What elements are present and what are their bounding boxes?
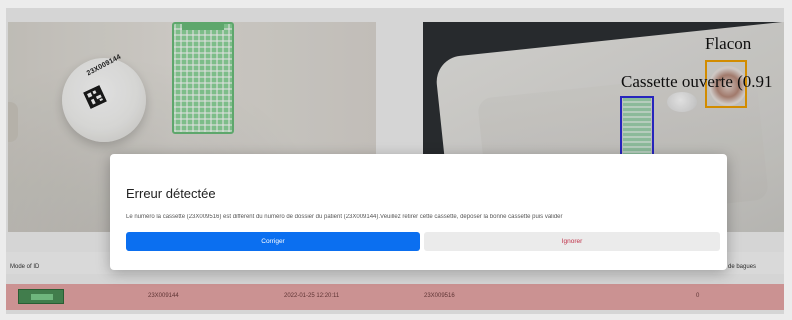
error-dialog: Erreur détectée Le numéro la cassette (2… [110,154,727,270]
ignore-button[interactable]: Ignorer [424,232,720,251]
dialog-message: Le numéro la cassette (23X009516) est di… [126,214,563,220]
dialog-title: Erreur détectée [126,186,216,201]
app-screen: 23X009144 Flacon Cassette ouverte (0.91 … [0,0,792,320]
correct-button[interactable]: Corriger [126,232,420,251]
